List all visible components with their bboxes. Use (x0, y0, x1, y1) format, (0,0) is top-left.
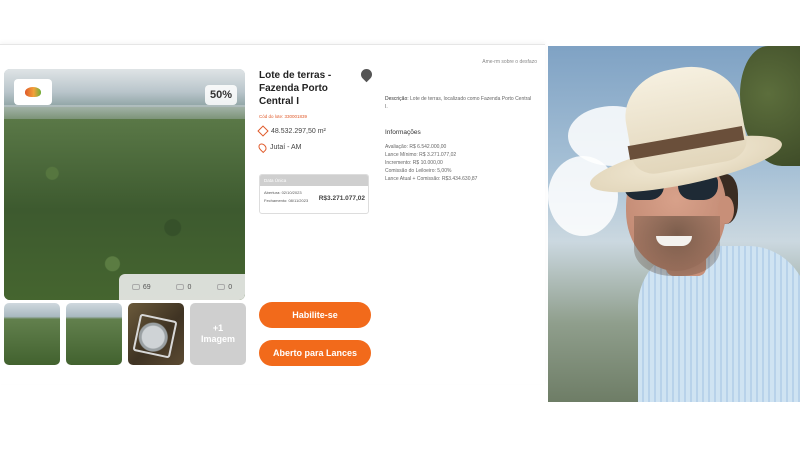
listing-panel: Ame-rm sobre o desfazo 50% 69 0 0 +1 Ima… (0, 44, 545, 384)
favorites-count: 0 (187, 283, 192, 291)
thumbnail-1[interactable] (4, 303, 60, 365)
dates-body: Abertura: 02/10/2023 Fechamento: 08/11/2… (260, 186, 368, 208)
views-stat: 69 (131, 283, 151, 291)
lot-info: Lote de terras - Fazenda Porto Central I… (256, 66, 377, 214)
thumbnail-2[interactable] (66, 303, 122, 365)
views-icon (131, 284, 140, 290)
info-line: Incremento: R$ 10.000,00 (385, 160, 443, 166)
leaf-logo-icon (25, 87, 41, 97)
enable-button[interactable]: Habilite-se (259, 302, 371, 328)
thumbnail-strip: +1 Imagem (4, 303, 246, 365)
more-images-thumb[interactable]: +1 Imagem (190, 303, 246, 365)
coin-frame (132, 313, 178, 359)
more-label: Imagem (200, 334, 235, 344)
info-heading: Informações (385, 129, 421, 136)
details-column: Descrição: Lote de terras, localizado co… (385, 95, 535, 183)
photo-canopy (4, 119, 245, 300)
beard (634, 216, 720, 276)
hat-crown (618, 58, 750, 178)
main-photo[interactable]: 50% 69 0 0 (4, 69, 245, 300)
top-link[interactable]: Ame-rm sobre o desfazo (482, 59, 537, 65)
share-pin-icon[interactable] (358, 66, 375, 83)
area-row: 48.532.297,50 m² (257, 125, 377, 137)
favorites-stat[interactable]: 0 (176, 284, 191, 291)
portrait-photo (548, 46, 800, 402)
bid-icon (217, 284, 226, 290)
info-line: Lance Mínimo: R$ 3.271.077,02 (385, 152, 457, 158)
location-value: Jutaí - AM (270, 144, 302, 151)
location-pin-icon (256, 141, 269, 154)
bids-stat: 0 (217, 284, 232, 291)
ear (718, 196, 734, 224)
smile (656, 236, 692, 246)
stats-bar: 69 0 0 (119, 274, 245, 300)
dates-header: Data Única (260, 175, 368, 186)
area-icon (257, 125, 269, 137)
lot-code: Cód do lote: 330001839 (259, 114, 308, 119)
description: Descrição: Lote de terras, localizado co… (385, 95, 535, 111)
thumbnail-3[interactable] (128, 303, 184, 365)
info-line: Comissão do Leiloeiro: 5,00% (385, 168, 452, 174)
heart-icon (176, 284, 185, 290)
area-value: 48.532.297,50 m² (271, 127, 326, 135)
dates-card: Data Única Abertura: 02/10/2023 Fechamen… (259, 174, 369, 214)
lot-title: Lote de terras - Fazenda Porto Central I (259, 70, 332, 107)
discount-badge: 50% (205, 85, 237, 105)
open-bids-button[interactable]: Aberto para Lances (259, 340, 371, 366)
info-line: Avaliação: R$ 6.542.000,00 (385, 144, 447, 150)
current-price: R$3.271.077,02 (318, 195, 365, 202)
description-label: Descrição: (385, 96, 409, 102)
location-row: Jutaí - AM (256, 141, 377, 154)
info-line: Lance Atual + Comissão: R$3.434.630,87 (385, 176, 478, 182)
views-count: 69 (142, 283, 151, 291)
auctioneer-logo (14, 79, 52, 105)
bids-count: 0 (228, 283, 233, 291)
more-count: +1 (212, 323, 224, 333)
